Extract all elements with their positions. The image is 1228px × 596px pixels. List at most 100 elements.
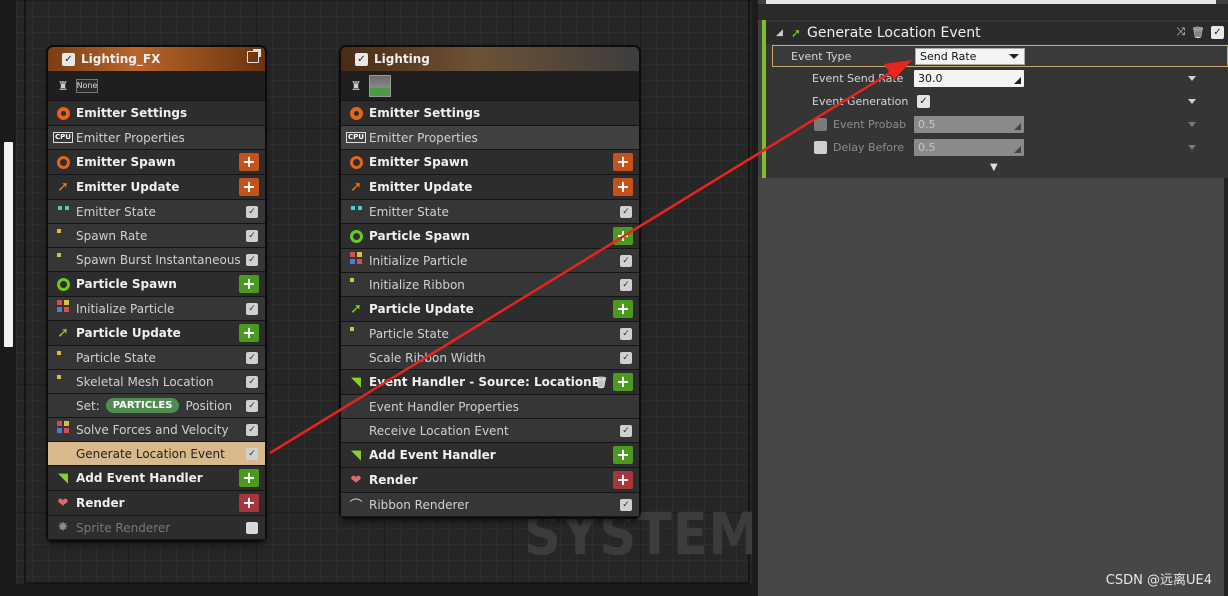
module-row[interactable]: Receive Location Event ✓ [341, 419, 639, 443]
trash-icon[interactable]: 🗑 [594, 376, 608, 389]
add-module-button[interactable]: + [613, 300, 633, 318]
module-row[interactable]: ◥ Event Handler - Source: LocationEvent🗑 + [341, 370, 639, 395]
module-enable-checkbox[interactable]: ✓ [246, 230, 258, 242]
module-enable-checkbox[interactable]: ✓ [620, 255, 632, 267]
row-dropdown-icon[interactable] [1188, 145, 1196, 150]
link-input-icon[interactable] [1014, 146, 1021, 153]
module-enable-checkbox[interactable]: ✓ [1211, 25, 1224, 39]
add-module-button[interactable]: + [239, 469, 259, 487]
event-generation-bias-checkbox[interactable]: ✓ [917, 95, 930, 108]
delay-before-send-checkbox[interactable] [814, 141, 827, 154]
thumbnail-image[interactable] [369, 74, 391, 97]
expand-advanced-icon[interactable]: ▼ [990, 162, 998, 173]
module-enable-checkbox[interactable]: ✓ [246, 254, 258, 266]
module-row[interactable]: Initialize Particle ✓ [48, 297, 265, 321]
node-header[interactable]: ✓ Lighting [341, 47, 639, 71]
add-module-button[interactable]: + [239, 324, 259, 342]
module-enable-checkbox[interactable]: ✓ [620, 279, 632, 291]
module-row[interactable]: Spawn Rate ✓ [48, 224, 265, 248]
link-input-icon[interactable] [1014, 123, 1021, 130]
add-module-button[interactable]: + [239, 275, 259, 293]
collapse-triangle-icon[interactable]: ◢ [776, 28, 783, 38]
module-row[interactable]: Skeletal Mesh Location ✓ [48, 370, 265, 394]
module-row[interactable]: Particle Spawn + [341, 224, 639, 249]
emitter-enable-checkbox[interactable]: ✓ [355, 52, 368, 66]
add-module-button[interactable]: + [613, 178, 633, 196]
shuffle-icon[interactable]: ⤨ [1176, 25, 1185, 39]
delay-before-send-input[interactable]: 0.5 [914, 139, 1024, 156]
event-probability-row[interactable]: Event Probability 0.5 [772, 114, 1228, 136]
module-row[interactable]: ✸ Sprite Renderer ✓ [48, 516, 265, 540]
module-enable-checkbox[interactable]: ✓ [620, 352, 632, 364]
delay-before-send-row[interactable]: Delay Before Send 0.5 [772, 137, 1228, 159]
add-module-button[interactable]: + [613, 446, 633, 464]
event-probability-checkbox[interactable] [814, 118, 827, 131]
module-row[interactable]: CPU Emitter Properties [341, 126, 639, 150]
add-module-button[interactable]: + [239, 494, 259, 512]
emitter-node-lighting-fx[interactable]: ✓ Lighting_FX ♜ None Emitter Settings CPU… [48, 47, 265, 540]
module-enable-checkbox[interactable]: ✓ [246, 448, 258, 460]
event-send-rate-row[interactable]: Event Send Rate 30.0 [772, 68, 1228, 90]
module-row[interactable]: Particle State ✓ [48, 346, 265, 370]
row-dropdown-icon[interactable] [1188, 122, 1196, 127]
module-row[interactable]: Emitter Settings [48, 101, 265, 126]
add-module-button[interactable]: + [613, 471, 633, 489]
module-enable-checkbox[interactable]: ✓ [246, 376, 258, 388]
module-header[interactable]: ◢ ➚ Generate Location Event ⤨ 🗑 ✓ [766, 22, 1228, 44]
module-row[interactable]: ❤ Render + [48, 491, 265, 516]
module-row[interactable]: Emitter Spawn + [341, 150, 639, 175]
row-dropdown-icon[interactable] [1188, 99, 1196, 104]
emitter-enable-checkbox[interactable]: ✓ [62, 52, 75, 66]
trash-icon[interactable]: 🗑 [1191, 26, 1205, 39]
emitter-node-lighting[interactable]: ✓ Lighting ♜ Emitter Settings CPU Emitter … [341, 47, 639, 517]
module-row[interactable]: ◥ Add Event Handler + [341, 443, 639, 468]
module-row[interactable]: Solve Forces and Velocity ✓ [48, 418, 265, 442]
thumbnail-none[interactable]: None [76, 78, 98, 93]
module-enable-checkbox[interactable]: ✓ [620, 499, 632, 511]
add-module-button[interactable]: + [613, 373, 633, 391]
add-module-button[interactable]: + [239, 178, 259, 196]
left-scrollbar-thumb[interactable] [4, 142, 13, 347]
module-row[interactable]: Initialize Particle ✓ [341, 249, 639, 273]
pin-icon[interactable]: ♜ [347, 79, 365, 93]
module-row[interactable]: ➚ Emitter Update + [48, 175, 265, 200]
module-row[interactable]: CPU Emitter Properties [48, 126, 265, 150]
module-row[interactable]: Spawn Burst Instantaneous ✓ [48, 248, 265, 272]
module-enable-checkbox[interactable]: ✓ [620, 206, 632, 218]
module-row[interactable]: Emitter Settings [341, 101, 639, 126]
module-row[interactable]: Event Handler Properties [341, 395, 639, 419]
add-module-button[interactable]: + [239, 153, 259, 171]
module-row[interactable]: Scale Ribbon Width ✓ [341, 346, 639, 370]
link-input-icon[interactable] [1014, 77, 1021, 84]
module-enable-checkbox[interactable]: ✓ [246, 352, 258, 364]
module-enable-checkbox[interactable]: ✓ [246, 303, 258, 315]
module-enable-checkbox[interactable]: ✓ [620, 328, 632, 340]
module-row[interactable]: ◥ Add Event Handler + [48, 466, 265, 491]
module-row[interactable]: Emitter Spawn + [48, 150, 265, 175]
add-module-button[interactable]: + [613, 227, 633, 245]
event-generation-bias-row[interactable]: Event Generation Bias ✓ [772, 91, 1228, 113]
module-row[interactable]: Generate Location Event ✓ [48, 442, 265, 466]
row-dropdown-icon[interactable] [1188, 76, 1196, 81]
module-row[interactable]: Particle State ✓ [341, 322, 639, 346]
module-row[interactable]: ➚ Particle Update + [341, 297, 639, 322]
module-row[interactable]: Set: PARTICLES Position ✓ [48, 394, 265, 418]
module-row[interactable]: Emitter State ✓ [48, 200, 265, 224]
event-type-row[interactable]: Event Type Send Rate [772, 45, 1228, 67]
module-enable-checkbox[interactable]: ✓ [246, 424, 258, 436]
open-external-icon[interactable] [247, 49, 261, 63]
module-enable-checkbox[interactable]: ✓ [246, 400, 258, 412]
event-probability-input[interactable]: 0.5 [914, 116, 1024, 133]
module-row[interactable]: ❤ Render + [341, 468, 639, 493]
pin-icon[interactable]: ♜ [54, 79, 72, 93]
module-row[interactable]: ➚ Emitter Update + [341, 175, 639, 200]
module-row[interactable]: Emitter State ✓ [341, 200, 639, 224]
module-row[interactable]: Initialize Ribbon ✓ [341, 273, 639, 297]
module-row[interactable]: Particle Spawn + [48, 272, 265, 297]
module-row[interactable]: ⌒ Ribbon Renderer ✓ [341, 493, 639, 517]
event-type-select[interactable]: Send Rate [915, 48, 1025, 65]
module-enable-checkbox[interactable]: ✓ [246, 206, 258, 218]
module-enable-checkbox[interactable]: ✓ [246, 522, 258, 534]
module-enable-checkbox[interactable]: ✓ [620, 425, 632, 437]
node-header[interactable]: ✓ Lighting_FX [48, 47, 265, 71]
